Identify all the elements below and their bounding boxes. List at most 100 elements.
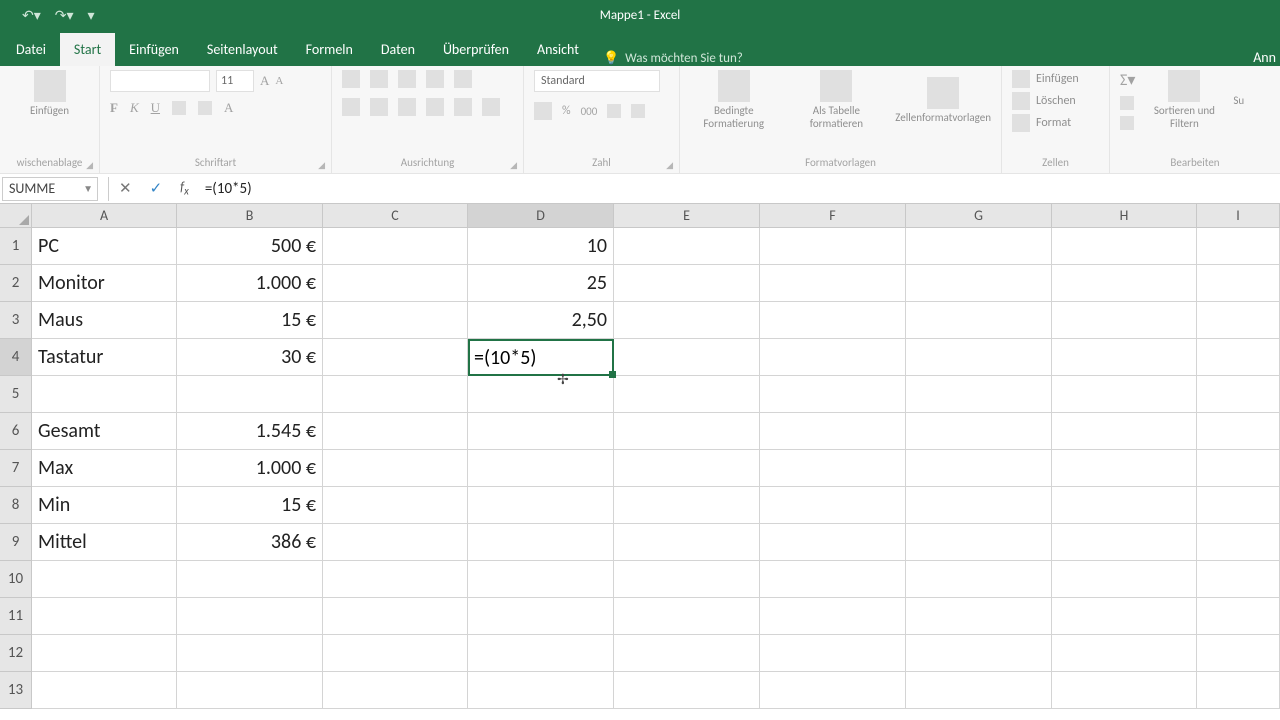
col-header-A[interactable]: A — [32, 204, 177, 227]
cell-C11[interactable] — [323, 598, 468, 635]
cell-G3[interactable] — [906, 302, 1052, 339]
row-header-11[interactable]: 11 — [0, 598, 32, 635]
cell-E10[interactable] — [614, 561, 760, 598]
col-header-G[interactable]: G — [906, 204, 1052, 227]
decrease-decimal-icon[interactable] — [631, 104, 645, 118]
name-box[interactable]: SUMME▼ — [2, 177, 98, 201]
cell-H8[interactable] — [1052, 487, 1197, 524]
cell-B6[interactable]: 1.545 € — [177, 413, 323, 450]
paste-split-button[interactable]: Einfügen — [10, 70, 89, 117]
cell-I13[interactable] — [1197, 672, 1280, 709]
dialog-launcher-icon[interactable]: ◢ — [666, 160, 673, 171]
cell-C1[interactable] — [323, 228, 468, 265]
orientation-icon[interactable] — [426, 70, 444, 88]
undo-icon[interactable]: ↶▾ — [22, 7, 41, 24]
cell-I7[interactable] — [1197, 450, 1280, 487]
cell-B7[interactable]: 1.000 € — [177, 450, 323, 487]
cell-C10[interactable] — [323, 561, 468, 598]
cell-A8[interactable]: Min — [32, 487, 177, 524]
tab-ansicht[interactable]: Ansicht — [523, 33, 593, 66]
cell-F11[interactable] — [760, 598, 906, 635]
cell-B8[interactable]: 15 € — [177, 487, 323, 524]
cell-D3[interactable]: 2,50 — [468, 302, 614, 339]
cell-G13[interactable] — [906, 672, 1052, 709]
tab-datei[interactable]: Datei — [2, 33, 60, 66]
underline-button[interactable]: U — [151, 100, 160, 116]
row-header-5[interactable]: 5 — [0, 376, 32, 413]
cell-E7[interactable] — [614, 450, 760, 487]
sort-filter-button[interactable]: Sortieren und Filtern — [1149, 70, 1219, 130]
row-header-10[interactable]: 10 — [0, 561, 32, 598]
delete-cells-button[interactable]: Löschen — [1012, 92, 1099, 110]
row-header-7[interactable]: 7 — [0, 450, 32, 487]
find-select-button[interactable]: Su — [1233, 94, 1244, 107]
cell-I2[interactable] — [1197, 265, 1280, 302]
cell-I8[interactable] — [1197, 487, 1280, 524]
number-format-combo[interactable]: Standard — [534, 70, 660, 92]
cell-A4[interactable]: Tastatur — [32, 339, 177, 376]
cell-H1[interactable] — [1052, 228, 1197, 265]
cell-C6[interactable] — [323, 413, 468, 450]
align-right-icon[interactable] — [398, 98, 416, 116]
font-color-icon[interactable]: A — [224, 100, 233, 116]
cell-D1[interactable]: 10 — [468, 228, 614, 265]
cell-C8[interactable] — [323, 487, 468, 524]
cell-C9[interactable] — [323, 524, 468, 561]
cell-B11[interactable] — [177, 598, 323, 635]
cell-E5[interactable] — [614, 376, 760, 413]
cell-G7[interactable] — [906, 450, 1052, 487]
fill-handle[interactable] — [609, 371, 616, 378]
cell-H6[interactable] — [1052, 413, 1197, 450]
cell-A5[interactable] — [32, 376, 177, 413]
tab-start[interactable]: Start — [60, 33, 115, 66]
cell-D2[interactable]: 25 — [468, 265, 614, 302]
cell-G1[interactable] — [906, 228, 1052, 265]
format-cells-button[interactable]: Format — [1012, 114, 1099, 132]
cell-B12[interactable] — [177, 635, 323, 672]
cell-A9[interactable]: Mittel — [32, 524, 177, 561]
cell-C7[interactable] — [323, 450, 468, 487]
cell-I11[interactable] — [1197, 598, 1280, 635]
dialog-launcher-icon[interactable]: ◢ — [318, 160, 325, 171]
cell-E2[interactable] — [614, 265, 760, 302]
wrap-text-icon[interactable] — [454, 70, 472, 88]
cell-E8[interactable] — [614, 487, 760, 524]
cell-G8[interactable] — [906, 487, 1052, 524]
cell-H3[interactable] — [1052, 302, 1197, 339]
cell-C4[interactable] — [323, 339, 468, 376]
cell-A6[interactable]: Gesamt — [32, 413, 177, 450]
cell-D5[interactable] — [468, 376, 614, 413]
cell-I6[interactable] — [1197, 413, 1280, 450]
col-header-H[interactable]: H — [1052, 204, 1197, 227]
col-header-E[interactable]: E — [614, 204, 760, 227]
col-header-F[interactable]: F — [760, 204, 906, 227]
cell-G12[interactable] — [906, 635, 1052, 672]
cell-H13[interactable] — [1052, 672, 1197, 709]
cell-D13[interactable] — [468, 672, 614, 709]
cell-G9[interactable] — [906, 524, 1052, 561]
row-header-4[interactable]: 4 — [0, 339, 32, 376]
cell-C13[interactable] — [323, 672, 468, 709]
row-header-3[interactable]: 3 — [0, 302, 32, 339]
font-name-combo[interactable] — [110, 70, 210, 92]
cell-C2[interactable] — [323, 265, 468, 302]
cell-F4[interactable] — [760, 339, 906, 376]
formula-input[interactable]: =(10*5) — [203, 180, 1280, 198]
cell-E13[interactable] — [614, 672, 760, 709]
cell-H11[interactable] — [1052, 598, 1197, 635]
cell-G10[interactable] — [906, 561, 1052, 598]
percent-icon[interactable]: % — [562, 104, 571, 118]
cell-C3[interactable] — [323, 302, 468, 339]
cell-I9[interactable] — [1197, 524, 1280, 561]
cell-E12[interactable] — [614, 635, 760, 672]
bold-button[interactable]: F — [110, 100, 118, 116]
enter-icon[interactable]: ✓ — [150, 179, 163, 198]
cell-D8[interactable] — [468, 487, 614, 524]
cell-G2[interactable] — [906, 265, 1052, 302]
cell-F2[interactable] — [760, 265, 906, 302]
cell-H12[interactable] — [1052, 635, 1197, 672]
worksheet[interactable]: A B C D E F G H I 1PC500 €102Monitor1.00… — [0, 204, 1280, 709]
cell-F13[interactable] — [760, 672, 906, 709]
accounting-icon[interactable] — [534, 102, 552, 120]
cell-G6[interactable] — [906, 413, 1052, 450]
